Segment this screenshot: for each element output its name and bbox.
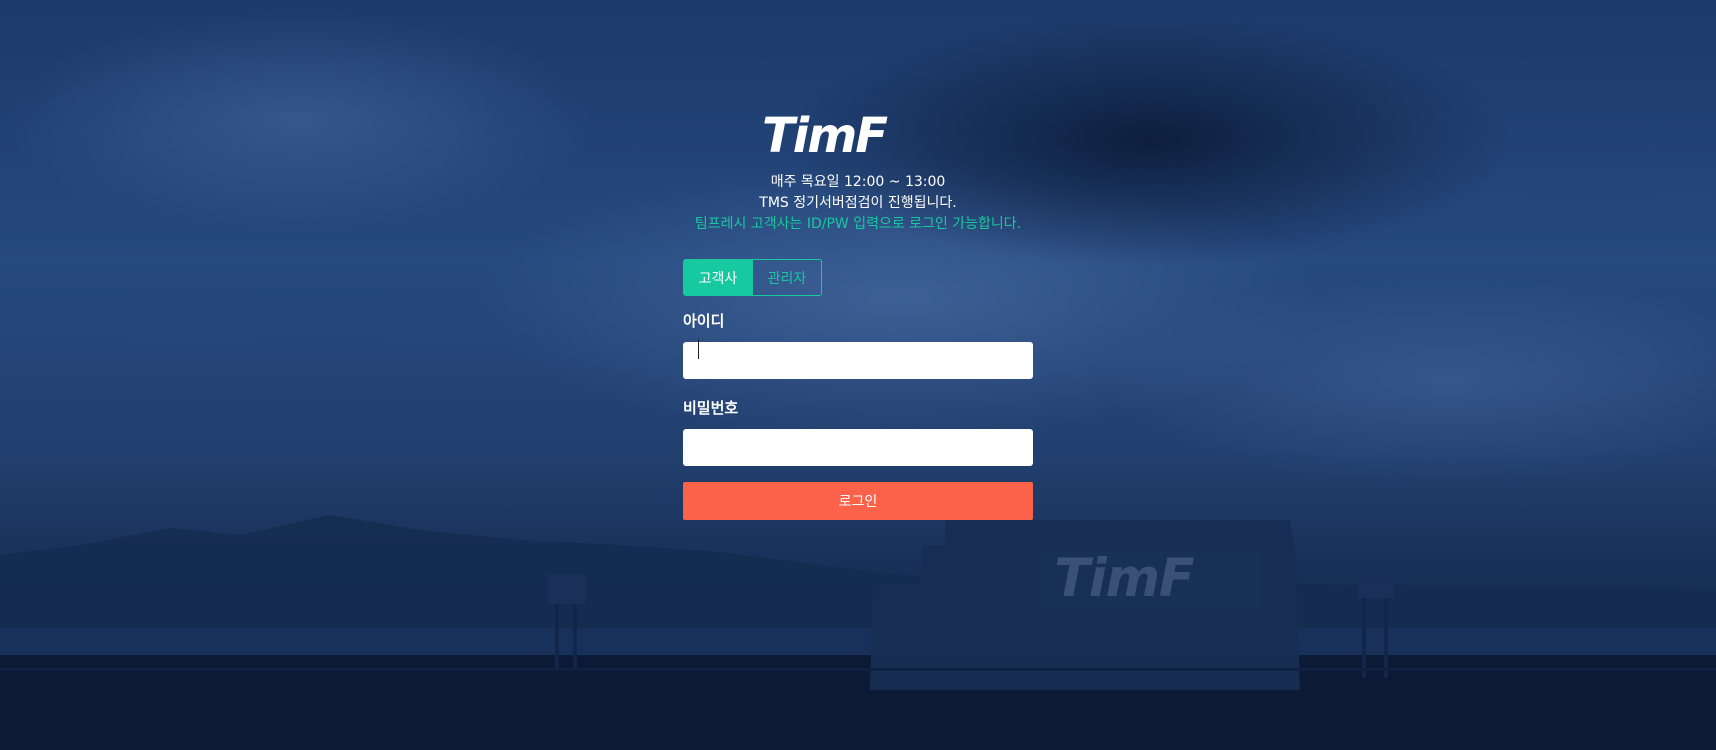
password-input[interactable] <box>683 429 1033 466</box>
login-type-tabs: 고객사 관리자 <box>683 259 1033 296</box>
notice-line-maintenance: TMS 정기서버점검이 진행됩니다. <box>759 195 957 211</box>
password-label: 비밀번호 <box>683 399 739 417</box>
svg-text:TimF: TimF <box>762 110 888 158</box>
tab-admin[interactable]: 관리자 <box>753 259 822 296</box>
tab-customer[interactable]: 고객사 <box>683 259 753 296</box>
text-caret <box>698 339 699 359</box>
maintenance-notice: 매주 목요일 12:00 ~ 13:00 TMS 정기서버점검이 진행됩니다. … <box>643 172 1073 235</box>
id-input[interactable] <box>683 342 1033 379</box>
login-button[interactable]: 로그인 <box>683 482 1033 520</box>
id-label: 아이디 <box>683 312 725 330</box>
id-field-wrap <box>683 330 1033 379</box>
notice-line-schedule: 매주 목요일 12:00 ~ 13:00 <box>770 174 946 190</box>
brand-logo: TimF <box>683 110 1033 172</box>
login-panel: TimF 매주 목요일 12:00 ~ 13:00 TMS 정기서버점검이 진행… <box>683 110 1033 520</box>
notice-line-customer-info: 팀프레시 고객사는 ID/PW 입력으로 로그인 가능합니다. <box>694 216 1022 232</box>
truck-watermark-logo: TimF <box>1050 548 1270 609</box>
timf-logo-mark: TimF <box>762 110 890 158</box>
svg-text:TimF: TimF <box>1054 553 1195 603</box>
